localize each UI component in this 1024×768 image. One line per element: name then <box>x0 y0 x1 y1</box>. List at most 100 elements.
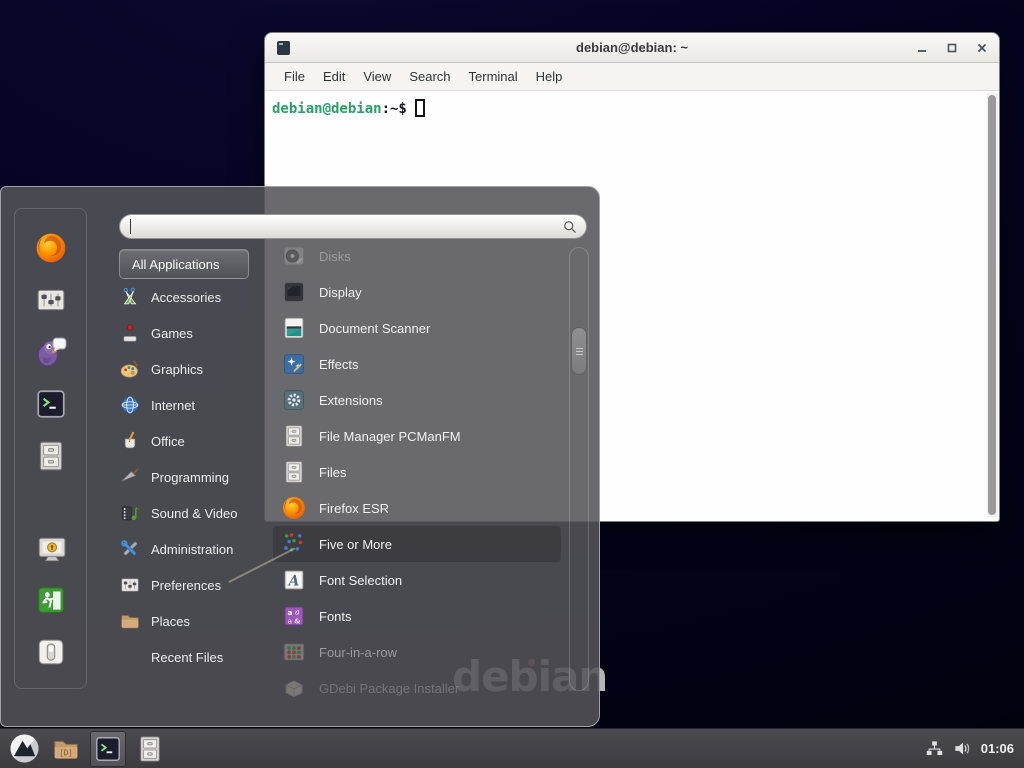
category-internet[interactable]: Internet <box>119 387 269 423</box>
accessories-icon <box>119 286 141 308</box>
file-cabinet-icon <box>281 459 307 485</box>
favorites-column <box>14 208 87 689</box>
close-icon[interactable] <box>976 42 987 53</box>
app-label: Document Scanner <box>319 321 430 336</box>
terminal-scrollbar[interactable] <box>987 93 998 517</box>
file-cabinet-icon <box>281 423 307 449</box>
app-item-display[interactable]: Display <box>273 274 561 310</box>
taskbar: [D] 01:06 <box>0 728 1024 768</box>
category-graphics[interactable]: Graphics <box>119 351 269 387</box>
menu-edit[interactable]: Edit <box>314 65 354 88</box>
log-out-icon[interactable] <box>33 582 69 618</box>
menu-help[interactable]: Help <box>527 65 572 88</box>
effects-icon <box>281 351 307 377</box>
places-icon <box>119 610 141 632</box>
minimize-icon[interactable] <box>916 42 927 53</box>
terminal-icon[interactable] <box>33 386 69 422</box>
app-item-document-scanner[interactable]: Document Scanner <box>273 310 561 346</box>
app-item-font-selection[interactable]: A Font Selection <box>273 562 561 598</box>
category-label: Graphics <box>151 362 203 377</box>
menu-terminal[interactable]: Terminal <box>460 65 527 88</box>
category-label: Recent Files <box>119 650 223 665</box>
menu-file[interactable]: File <box>275 65 314 88</box>
app-item-files[interactable]: Files <box>273 454 561 490</box>
application-list: Disks Display Document Scanner <box>273 238 561 706</box>
fonts-icon: a a a & <box>281 603 307 629</box>
app-item-file-manager-pcmanfm[interactable]: File Manager PCManFM <box>273 418 561 454</box>
app-label: Files <box>319 465 346 480</box>
app-item-effects[interactable]: Effects <box>273 346 561 382</box>
network-icon[interactable] <box>925 739 944 758</box>
app-label: Firefox ESR <box>319 501 389 516</box>
app-item-extensions[interactable]: Extensions <box>273 382 561 418</box>
svg-text:a: a <box>288 616 293 625</box>
app-item-firefox-esr[interactable]: Firefox ESR <box>273 490 561 526</box>
four-in-a-row-icon <box>281 639 307 665</box>
category-label: Games <box>151 326 193 341</box>
app-label: Extensions <box>319 393 383 408</box>
firefox-icon <box>281 495 307 521</box>
category-label: Internet <box>151 398 195 413</box>
maximize-icon[interactable] <box>946 42 957 53</box>
category-office[interactable]: Office <box>119 423 269 459</box>
app-item-five-or-more[interactable]: Five or More <box>273 526 561 562</box>
menu-search[interactable]: Search <box>400 65 459 88</box>
display-icon <box>281 279 307 305</box>
terminal-menubar: File Edit View Search Terminal Help <box>265 63 999 91</box>
internet-icon <box>119 394 141 416</box>
volume-icon[interactable] <box>953 739 972 758</box>
category-label: Programming <box>151 470 229 485</box>
search-icon <box>562 219 578 235</box>
app-item-four-in-a-row[interactable]: Four-in-a-row <box>273 634 561 670</box>
terminal-window-button[interactable] <box>90 731 126 767</box>
control-panel-icon[interactable] <box>33 282 69 318</box>
category-all-applications[interactable]: All Applications <box>119 249 249 279</box>
file-cabinet-icon[interactable] <box>33 438 69 474</box>
menu-button[interactable] <box>6 731 42 767</box>
terminal-window-icon <box>277 41 290 55</box>
svg-text:A: A <box>287 574 300 590</box>
app-item-gdebi-package-installer[interactable]: GDebi Package Installer <box>273 670 561 706</box>
shutdown-icon[interactable] <box>33 634 69 670</box>
category-label: Accessories <box>151 290 221 305</box>
category-administration[interactable]: Administration <box>119 531 269 567</box>
application-menu: All Applications Accessories Games <box>0 186 600 727</box>
pidgin-icon[interactable] <box>33 334 69 370</box>
category-games[interactable]: Games <box>119 315 269 351</box>
category-label: Sound & Video <box>151 506 238 521</box>
file-cabinet-button[interactable] <box>132 731 168 767</box>
terminal-scrollbar-thumb[interactable] <box>988 95 996 515</box>
games-icon <box>119 322 141 344</box>
app-label: Display <box>319 285 362 300</box>
lock-screen-icon[interactable] <box>33 531 69 567</box>
category-sound-video[interactable]: Sound & Video <box>119 495 269 531</box>
terminal-titlebar[interactable]: debian@debian: ~ <box>265 33 999 63</box>
administration-icon <box>119 538 141 560</box>
category-recent-files[interactable]: Recent Files <box>119 639 269 675</box>
preferences-icon <box>119 574 141 596</box>
office-icon <box>119 430 141 452</box>
disks-icon <box>281 243 307 269</box>
app-item-disks[interactable]: Disks <box>273 238 561 274</box>
app-label: Four-in-a-row <box>319 645 397 660</box>
app-label: Font Selection <box>319 573 402 588</box>
category-programming[interactable]: Programming <box>119 459 269 495</box>
programming-icon <box>119 466 141 488</box>
category-places[interactable]: Places <box>119 603 269 639</box>
clock[interactable]: 01:06 <box>981 741 1014 756</box>
menu-view[interactable]: View <box>354 65 400 88</box>
app-label: GDebi Package Installer <box>319 681 459 696</box>
menu-scrollbar[interactable] <box>569 247 589 691</box>
prompt-user-host: debian@debian <box>272 101 382 117</box>
app-label: Disks <box>319 249 351 264</box>
category-label: Office <box>151 434 185 449</box>
category-accessories[interactable]: Accessories <box>119 279 269 315</box>
menu-scrollbar-thumb[interactable] <box>571 327 587 375</box>
extensions-icon <box>281 387 307 413</box>
app-item-fonts[interactable]: a a a & Fonts <box>273 598 561 634</box>
app-label: Five or More <box>319 537 392 552</box>
firefox-icon[interactable] <box>33 230 69 266</box>
font-selection-icon: A <box>281 567 307 593</box>
search-input[interactable] <box>119 214 587 239</box>
file-manager-folder-button[interactable]: [D] <box>48 731 84 767</box>
